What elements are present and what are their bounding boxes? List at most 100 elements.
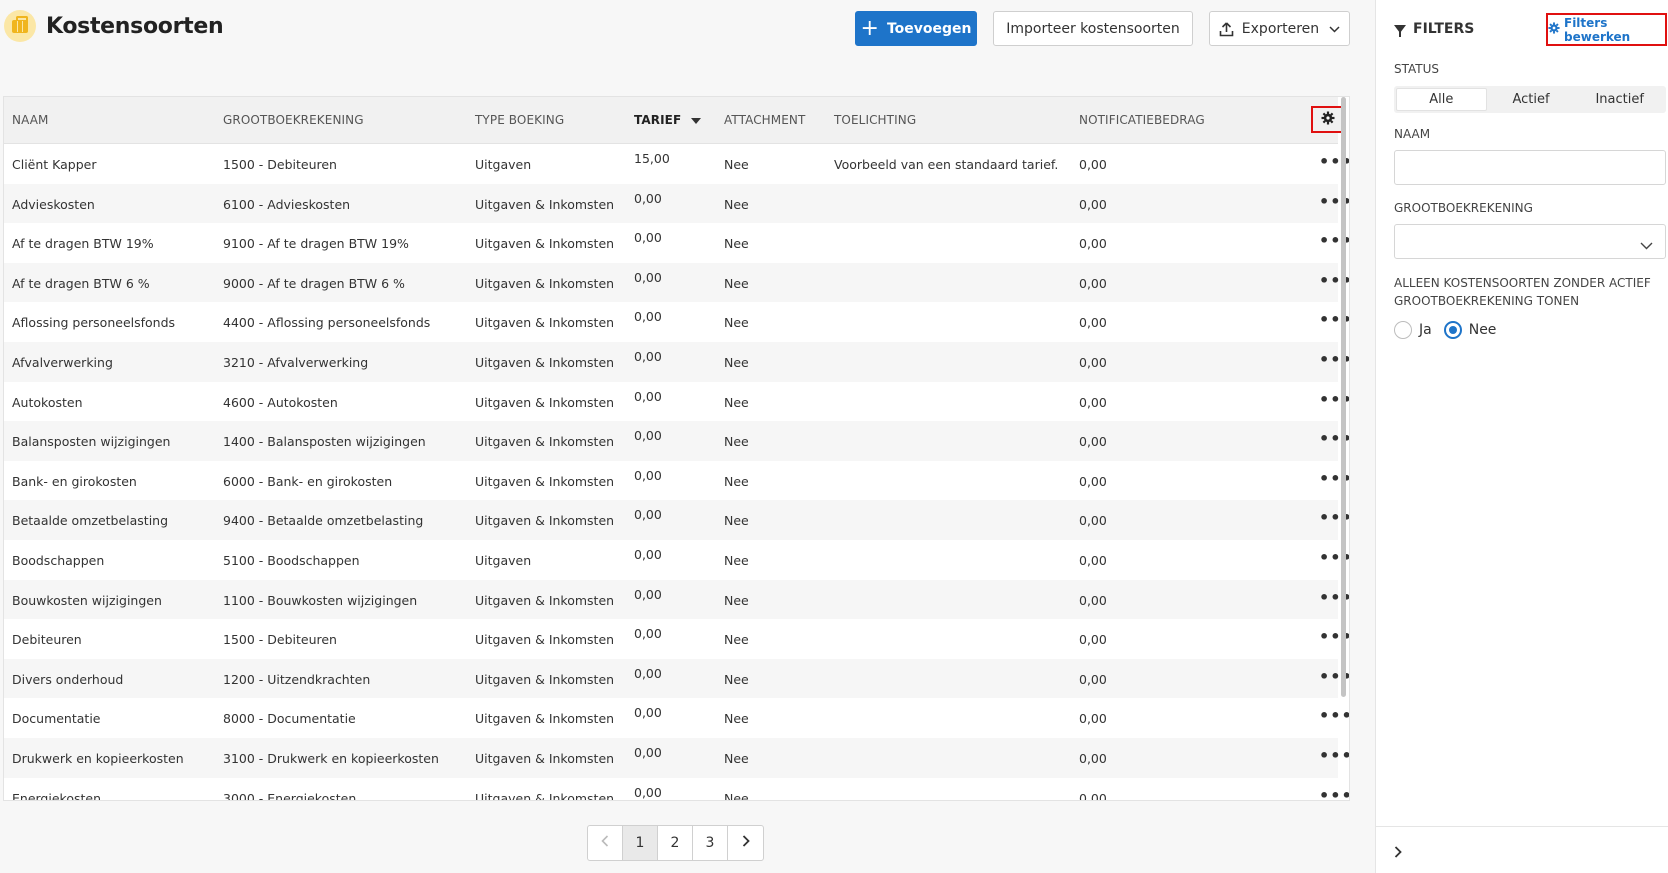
chevron-right-icon [742,835,750,851]
briefcase-icon [4,10,36,42]
cell-grootboek: 5100 - Boodschappen [223,552,360,568]
table-row[interactable]: Betaalde omzetbelasting 9400 - Betaalde o… [4,500,1349,540]
cell-attachment: Nee [724,434,749,450]
pagination-page-2[interactable]: 2 [658,826,693,860]
more-icon[interactable]: ••• [1319,706,1349,725]
collapse-panel-button[interactable] [1394,843,1402,862]
column-header-tarief-label: TARIEF [634,113,682,127]
radio-nee-label[interactable]: Nee [1469,322,1497,338]
cell-grootboek: 3100 - Drukwerk en kopieerkosten [223,750,439,766]
status-option-actief[interactable]: Actief [1487,88,1576,111]
cell-type: Uitgaven & Inkomsten [475,790,615,801]
table-scrollbar[interactable] [1341,97,1346,697]
filter-panel: FILTERS Filters bewerken STATUS Alle Act… [1375,0,1668,873]
cell-naam: Boodschappen [12,552,105,568]
column-header-notificatiebedrag[interactable]: NOTIFICATIEBEDRAG [1079,113,1205,127]
pagination-next-button[interactable] [728,826,763,860]
more-icon[interactable]: ••• [1319,786,1349,801]
column-header-naam[interactable]: NAAM [12,113,48,127]
table-row[interactable]: Divers onderhoud 1200 - Uitzendkrachten Ui… [4,658,1349,699]
more-icon[interactable]: ••• [1319,746,1349,765]
table-row[interactable]: Bank- en girokosten 6000 - Bank- en girok… [4,460,1349,501]
table-row[interactable]: Afvalverwerking 3210 - Afvalverwerking Uit… [4,341,1349,382]
cell-notificatie: 0,00 [1079,275,1107,291]
table-row[interactable]: Aflossing personeelsfonds 4400 - Aflossin… [4,302,1349,342]
radio-ja[interactable] [1394,321,1412,339]
table-row[interactable]: Af te dragen BTW 6 % 9000 - Af te dragen … [4,262,1349,303]
table-row[interactable]: Advieskosten 6100 - Advieskosten Uitgaven … [4,183,1349,224]
cell-tarief: 0,00 [634,546,662,562]
column-header-toelichting[interactable]: TOELICHTING [834,113,916,127]
only-without-active-radio-group: Ja Nee [1394,321,1508,339]
cell-notificatie: 0,00 [1079,236,1107,252]
add-button-label: Toevoegen [886,20,972,37]
cell-type: Uitgaven & Inkomsten [475,275,615,291]
table-row[interactable]: Af te dragen BTW 19% 9100 - Af te dragen … [4,223,1349,263]
cell-tarief: 0,00 [634,665,662,681]
column-header-tarief[interactable]: TARIEF [634,113,702,127]
cell-type: Uitgaven & Inkomsten [475,632,615,648]
radio-ja-label[interactable]: Ja [1419,322,1432,338]
column-settings-button[interactable] [1311,106,1344,133]
cell-grootboek: 1500 - Debiteuren [223,632,337,648]
status-segmented-control: Alle Actief Inactief [1394,86,1666,113]
chevron-right-icon [1394,843,1402,862]
gear-icon [1548,22,1560,37]
column-header-type-boeking[interactable]: TYPE BOEKING [475,113,564,127]
column-header-attachment[interactable]: ATTACHMENT [724,113,805,127]
naam-label: NAAM [1394,127,1431,141]
cell-grootboek: 3210 - Afvalverwerking [223,354,369,370]
pagination-page-1[interactable]: 1 [623,826,658,860]
cell-grootboek: 1500 - Debiteuren [223,157,337,172]
radio-nee[interactable] [1443,321,1462,339]
cell-tarief: 0,00 [634,507,662,523]
table-row[interactable]: Autokosten 4600 - Autokosten Uitgaven & In… [4,381,1349,422]
table-row[interactable]: Drukwerk en kopieerkosten 3100 - Drukwerk… [4,737,1349,778]
table-row[interactable]: Cliënt Kapper 1500 - Debiteuren Uitgaven 15… [4,144,1349,184]
table-row[interactable]: Debiteuren 1500 - Debiteuren Uitgaven & In… [4,619,1349,659]
cell-attachment: Nee [724,315,749,331]
cell-tarief: 0,00 [634,744,662,760]
export-button[interactable]: Exporteren [1209,11,1350,46]
import-button[interactable]: Importeer kostensoorten [993,11,1193,46]
export-button-label: Exporteren [1241,20,1320,37]
filter-icon [1394,25,1406,37]
cell-naam: Af te dragen BTW 19% [12,236,154,252]
cell-type: Uitgaven & Inkomsten [475,750,615,766]
cell-attachment: Nee [724,275,749,291]
cell-notificatie: 0,00 [1079,196,1107,212]
column-header-grootboekrekening[interactable]: GROOTBOEKREKENING [223,113,364,127]
pagination-prev-button[interactable] [588,826,623,860]
table-row[interactable]: Boodschappen 5100 - Boodschappen Uitgaven 0… [4,539,1349,580]
cell-grootboek: 3000 - Energiekosten [223,790,357,801]
only-without-active-label-line1: ALLEEN KOSTENSOORTEN ZONDER ACTIEF [1394,276,1651,290]
cell-naam: Drukwerk en kopieerkosten [12,750,184,766]
cell-grootboek: 4400 - Aflossing personeelsfonds [223,315,431,331]
edit-filters-button[interactable]: Filters bewerken [1546,13,1667,46]
naam-input[interactable] [1394,150,1666,185]
table-row[interactable]: Bouwkosten wijzigingen 1100 - Bouwkosten … [4,579,1349,620]
cell-attachment: Nee [724,632,749,648]
status-option-alle[interactable]: Alle [1396,88,1487,111]
table-row[interactable]: Balansposten wijzigingen 1400 - Balanspos… [4,421,1349,461]
cell-naam: Debiteuren [12,632,82,648]
chevron-down-icon [1640,235,1653,254]
cell-notificatie: 0,00 [1079,750,1107,766]
cell-naam: Balansposten wijzigingen [12,434,171,450]
status-option-inactief[interactable]: Inactief [1575,88,1664,111]
cell-type: Uitgaven & Inkomsten [475,394,615,410]
pagination-page-3[interactable]: 3 [693,826,728,860]
cell-naam: Afvalverwerking [12,354,113,370]
table-row[interactable]: Documentatie 8000 - Documentatie Uitgaven … [4,698,1349,738]
cell-grootboek: 4600 - Autokosten [223,394,338,410]
cell-grootboek: 6000 - Bank- en girokosten [223,473,393,489]
cell-attachment: Nee [724,196,749,212]
cell-tarief: 0,00 [634,348,662,364]
add-button[interactable]: + Toevoegen [855,11,977,46]
grootboek-select[interactable] [1394,224,1666,259]
cell-grootboek: 8000 - Documentatie [223,711,356,727]
cell-type: Uitgaven & Inkomsten [475,592,615,608]
cell-naam: Autokosten [12,394,83,410]
cell-attachment: Nee [724,236,749,252]
table-row[interactable]: Energiekosten 3000 - Energiekosten Uitgave… [4,777,1349,801]
